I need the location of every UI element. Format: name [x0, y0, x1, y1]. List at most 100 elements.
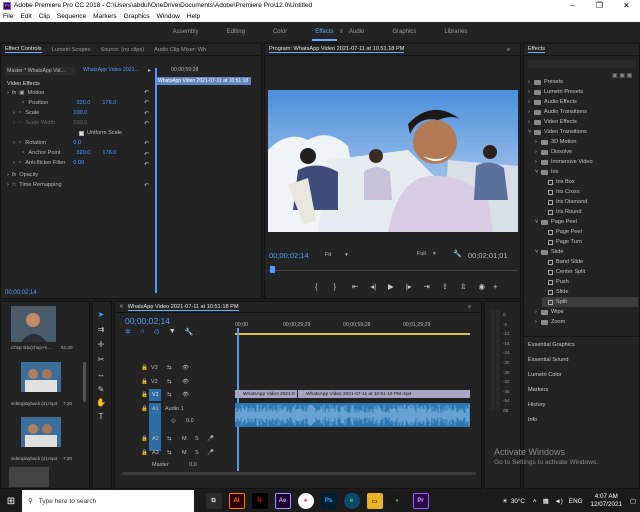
section-info[interactable]: Info: [528, 417, 537, 423]
app-icon[interactable]: ◐: [389, 493, 406, 509]
section-lumetri-color[interactable]: Lumetri Color: [528, 372, 562, 378]
mic-icon[interactable]: 🎤: [207, 450, 214, 456]
section-essential-sound[interactable]: Essential Sound: [528, 357, 568, 363]
anchor-y-value[interactable]: 176.0: [102, 150, 116, 156]
weather-icon[interactable]: ☀: [502, 498, 508, 505]
workspace-effects[interactable]: Effects: [312, 29, 337, 41]
panel-menu-icon[interactable]: ≡: [468, 304, 471, 310]
workspace-audio[interactable]: Audio: [349, 29, 364, 35]
effects-item-page-peel[interactable]: Page Peel: [542, 227, 638, 237]
sync-lock-icon[interactable]: ⇆: [167, 392, 172, 398]
program-title[interactable]: Program: WhatsApp Video 2021-07-11 at 10…: [269, 46, 405, 53]
project-thumb-4[interactable]: [9, 467, 49, 487]
effects-item-iris-round[interactable]: Iris Round: [542, 207, 638, 217]
timeline-zoom-scrollbar[interactable]: [122, 472, 476, 475]
work-area-bar[interactable]: [235, 333, 470, 335]
ripple-edit-tool-icon[interactable]: ✛: [96, 340, 106, 350]
sync-lock-icon[interactable]: ⇆: [167, 365, 172, 371]
sequence-clip-select[interactable]: WhatsApp Video 2021...: [83, 67, 139, 73]
effects-item-iris-box[interactable]: Iris Box: [542, 177, 638, 187]
section-essential-graphics[interactable]: Essential Graphics: [528, 342, 575, 348]
eye-icon[interactable]: 👁: [182, 379, 189, 385]
tab-source[interactable]: Source: (no clips): [100, 47, 144, 53]
project-scrollbar[interactable]: [83, 362, 86, 402]
position-y-value[interactable]: 176.0: [102, 100, 116, 106]
netflix-icon[interactable]: N: [251, 493, 268, 509]
solo-icon[interactable]: S: [195, 450, 199, 456]
program-playhead[interactable]: [270, 266, 275, 273]
lock-icon[interactable]: 🔒: [141, 450, 148, 456]
lock-icon[interactable]: 🔒: [141, 365, 148, 371]
close-icon[interactable]: ✕: [613, 0, 640, 11]
ec-clip-bar[interactable]: WhatsApp Video 2021-07-11 at 10:51:18: [155, 77, 251, 85]
lock-icon[interactable]: 🔒: [141, 436, 148, 442]
sync-lock-icon[interactable]: ⇆: [167, 379, 172, 385]
volume-tray-icon[interactable]: ◄): [555, 498, 563, 505]
fit-select[interactable]: Fit ▾: [325, 251, 355, 260]
sync-lock-icon[interactable]: ⇆: [167, 436, 172, 442]
photoshop-icon[interactable]: Ps: [320, 493, 337, 509]
close-tab-icon[interactable]: ✕: [119, 304, 124, 310]
effects-search-input[interactable]: [528, 60, 636, 68]
rotation-value[interactable]: 0.0: [73, 140, 81, 146]
eye-icon[interactable]: 👁: [182, 365, 189, 371]
taskbar-search[interactable]: ⚲ Type here to search: [22, 490, 194, 512]
video-clip-1[interactable]: WhatsApp Video 2021-0: [235, 390, 297, 398]
panel-menu-icon[interactable]: ≡: [507, 47, 510, 53]
maximize-icon[interactable]: ❐: [586, 0, 613, 11]
workspace-menu-icon[interactable]: ≡: [340, 29, 344, 35]
effects-title[interactable]: Effects: [528, 46, 545, 53]
go-to-out-icon[interactable]: ⇥: [424, 282, 430, 291]
workspace-color[interactable]: Color: [273, 29, 287, 35]
sequence-tab[interactable]: WhatsApp Video 2021-07-11 at 10:51:18 PM: [127, 304, 239, 311]
timeline-timecode[interactable]: 00;00;02;14: [125, 316, 170, 326]
razor-tool-icon[interactable]: ✂: [96, 355, 106, 365]
hand-tool-icon[interactable]: ✋: [96, 398, 106, 408]
export-frame-icon[interactable]: ◉: [478, 282, 485, 291]
stopwatch-icon[interactable]: ◔: [21, 100, 24, 106]
step-back-icon[interactable]: ◂|: [370, 282, 376, 291]
stopwatch-icon[interactable]: ◔: [21, 150, 24, 156]
pen-tool-icon[interactable]: ✎: [96, 385, 106, 395]
effects-item-video-transitions[interactable]: ˅ Video Transitions: [528, 127, 638, 137]
wrench-icon[interactable]: 🔧: [453, 250, 462, 258]
notifications-icon[interactable]: ▢: [630, 498, 636, 505]
menu-window[interactable]: Window: [157, 13, 180, 20]
slip-tool-icon[interactable]: ↔: [96, 370, 106, 380]
project-thumb-1[interactable]: [11, 306, 56, 342]
project-thumb-3[interactable]: [21, 417, 61, 447]
scale-value[interactable]: 100.0: [73, 110, 87, 116]
effects-item-zoom[interactable]: › Zoom: [535, 317, 638, 327]
track-select-tool-icon[interactable]: ⇉: [96, 325, 106, 335]
network-icon[interactable]: ▦: [543, 498, 549, 505]
lock-icon[interactable]: 🔒: [141, 392, 148, 398]
sync-lock-icon[interactable]: ⇆: [167, 450, 172, 456]
video-frame[interactable]: [268, 90, 518, 232]
extract-icon[interactable]: ⇫: [460, 282, 466, 291]
menu-help[interactable]: Help: [187, 13, 200, 20]
effects-item-iris-diamond[interactable]: Iris Diamond: [542, 197, 638, 207]
chrome-icon[interactable]: ●: [297, 493, 314, 509]
effects-item-presets[interactable]: › Presets: [528, 77, 638, 87]
clock[interactable]: 4:07 AM 12/07/2021: [591, 493, 623, 509]
program-scrub-bar[interactable]: [268, 270, 518, 271]
minimize-icon[interactable]: –: [559, 0, 586, 11]
effects-item-lumetri-presets[interactable]: › Lumetri Presets: [528, 87, 638, 97]
ec-playhead[interactable]: [155, 68, 157, 293]
opacity-row[interactable]: › fx Opacity: [7, 170, 38, 180]
tab-effect-controls[interactable]: Effect Controls: [5, 46, 42, 53]
step-forward-icon[interactable]: |▸: [406, 282, 412, 291]
type-tool-icon[interactable]: T: [96, 412, 106, 422]
add-marker-icon[interactable]: ▼: [169, 328, 176, 336]
add-button-icon[interactable]: +: [493, 282, 497, 291]
windows-start-icon[interactable]: ⊞: [0, 496, 22, 507]
tab-audio-clip-mixer[interactable]: Audio Clip Mixer: Wh: [154, 47, 206, 53]
lock-icon[interactable]: 🔒: [141, 406, 148, 412]
effects-item-immersive-video[interactable]: › Immersive Video: [535, 157, 638, 167]
play-icon[interactable]: ▶: [388, 282, 394, 291]
quality-select[interactable]: Full ▾: [417, 251, 436, 257]
effects-item-iris-cross[interactable]: Iris Cross: [542, 187, 638, 197]
uniform-scale-checkbox[interactable]: [79, 130, 84, 136]
effects-item-page-turn[interactable]: Page Turn: [542, 237, 638, 247]
workspace-graphics[interactable]: Graphics: [392, 29, 416, 35]
